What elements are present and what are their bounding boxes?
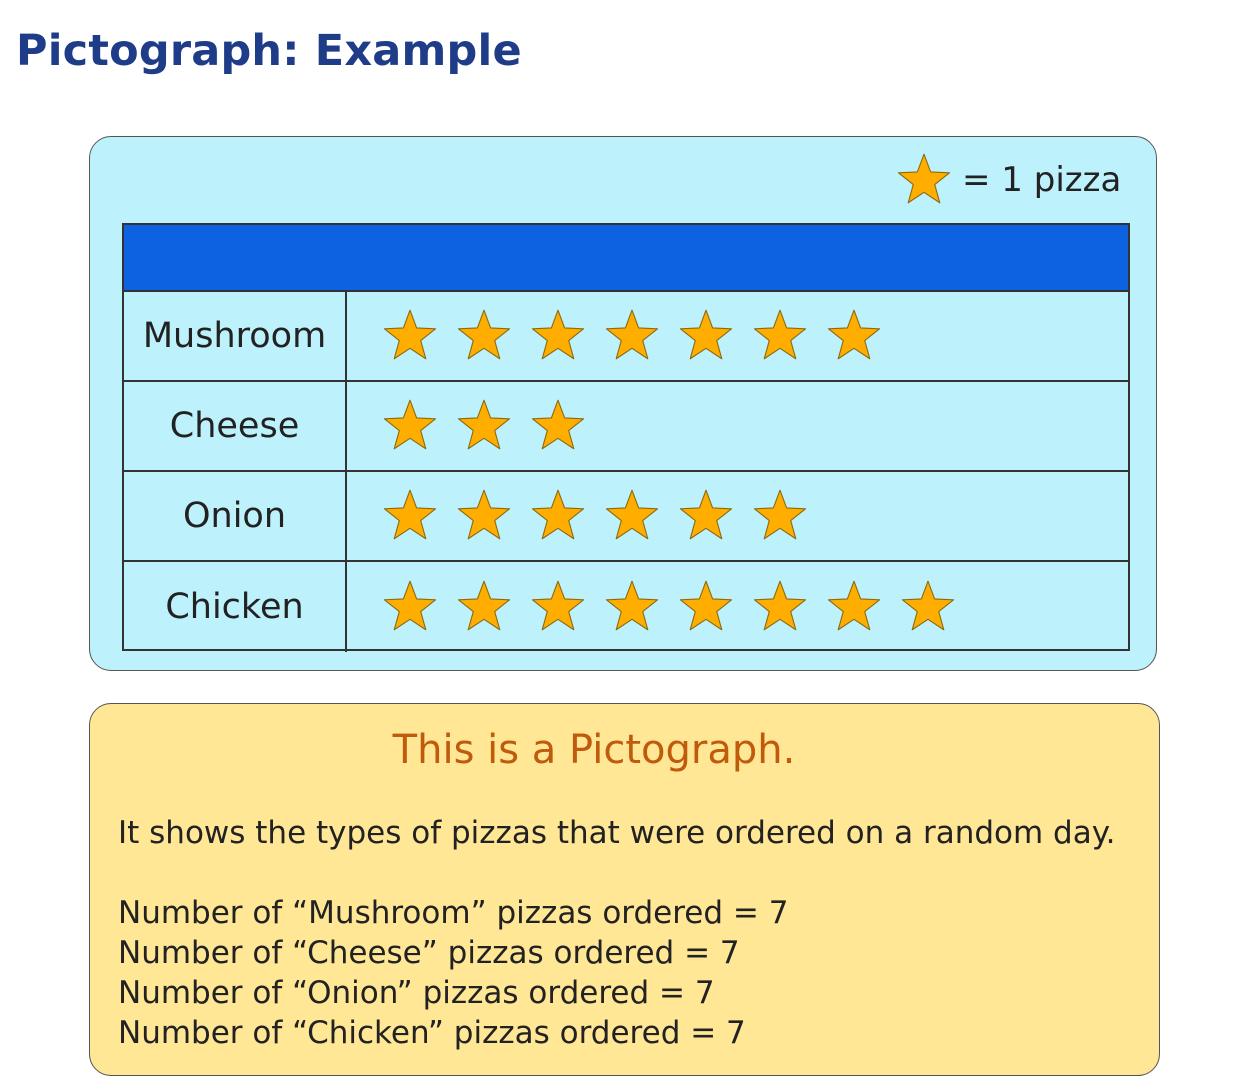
row-stars bbox=[347, 472, 1128, 560]
star-icon bbox=[679, 309, 733, 360]
star-icon bbox=[897, 153, 951, 204]
info-description: It shows the types of pizzas that were o… bbox=[118, 815, 1116, 851]
table-row: Onion bbox=[124, 472, 1128, 562]
row-stars bbox=[347, 292, 1128, 380]
star-icon bbox=[457, 399, 511, 450]
star-icon bbox=[827, 580, 881, 631]
star-icon bbox=[605, 309, 659, 360]
table-header bbox=[124, 225, 1128, 292]
star-icon bbox=[753, 309, 807, 360]
table-row: Mushroom bbox=[124, 292, 1128, 382]
pictograph-table: Mushroom Cheese Onion Chicken bbox=[122, 223, 1130, 652]
star-icon bbox=[457, 580, 511, 631]
count-line-chicken: Number of “Chicken” pizzas ordered = 7 bbox=[118, 1015, 746, 1051]
star-icon bbox=[679, 580, 733, 631]
row-stars bbox=[347, 382, 1128, 470]
legend-key-label: = 1 pizza bbox=[962, 160, 1122, 200]
star-icon bbox=[531, 489, 585, 540]
legend-key: = 1 pizza bbox=[896, 150, 1121, 210]
page-title: Pictograph: Example bbox=[16, 26, 522, 76]
info-title: This is a Pictograph. bbox=[392, 727, 796, 773]
star-icon bbox=[753, 580, 807, 631]
star-icon bbox=[383, 489, 437, 540]
star-icon bbox=[457, 489, 511, 540]
table-row: Chicken bbox=[124, 562, 1128, 652]
star-icon bbox=[531, 309, 585, 360]
star-icon bbox=[605, 580, 659, 631]
row-label: Onion bbox=[124, 472, 347, 560]
row-label: Mushroom bbox=[124, 292, 347, 380]
star-icon bbox=[383, 309, 437, 360]
star-icon bbox=[901, 580, 955, 631]
star-icon bbox=[531, 399, 585, 450]
count-line-onion: Number of “Onion” pizzas ordered = 7 bbox=[118, 975, 715, 1011]
row-stars bbox=[347, 562, 1128, 652]
star-icon bbox=[531, 580, 585, 631]
count-line-cheese: Number of “Cheese” pizzas ordered = 7 bbox=[118, 935, 740, 971]
star-icon bbox=[457, 309, 511, 360]
star-icon bbox=[383, 580, 437, 631]
count-line-mushroom: Number of “Mushroom” pizzas ordered = 7 bbox=[118, 895, 789, 931]
star-icon bbox=[753, 489, 807, 540]
row-label: Cheese bbox=[124, 382, 347, 470]
table-row: Cheese bbox=[124, 382, 1128, 472]
star-icon bbox=[679, 489, 733, 540]
star-icon bbox=[383, 399, 437, 450]
star-icon bbox=[827, 309, 881, 360]
star-icon bbox=[605, 489, 659, 540]
row-label: Chicken bbox=[124, 562, 347, 652]
